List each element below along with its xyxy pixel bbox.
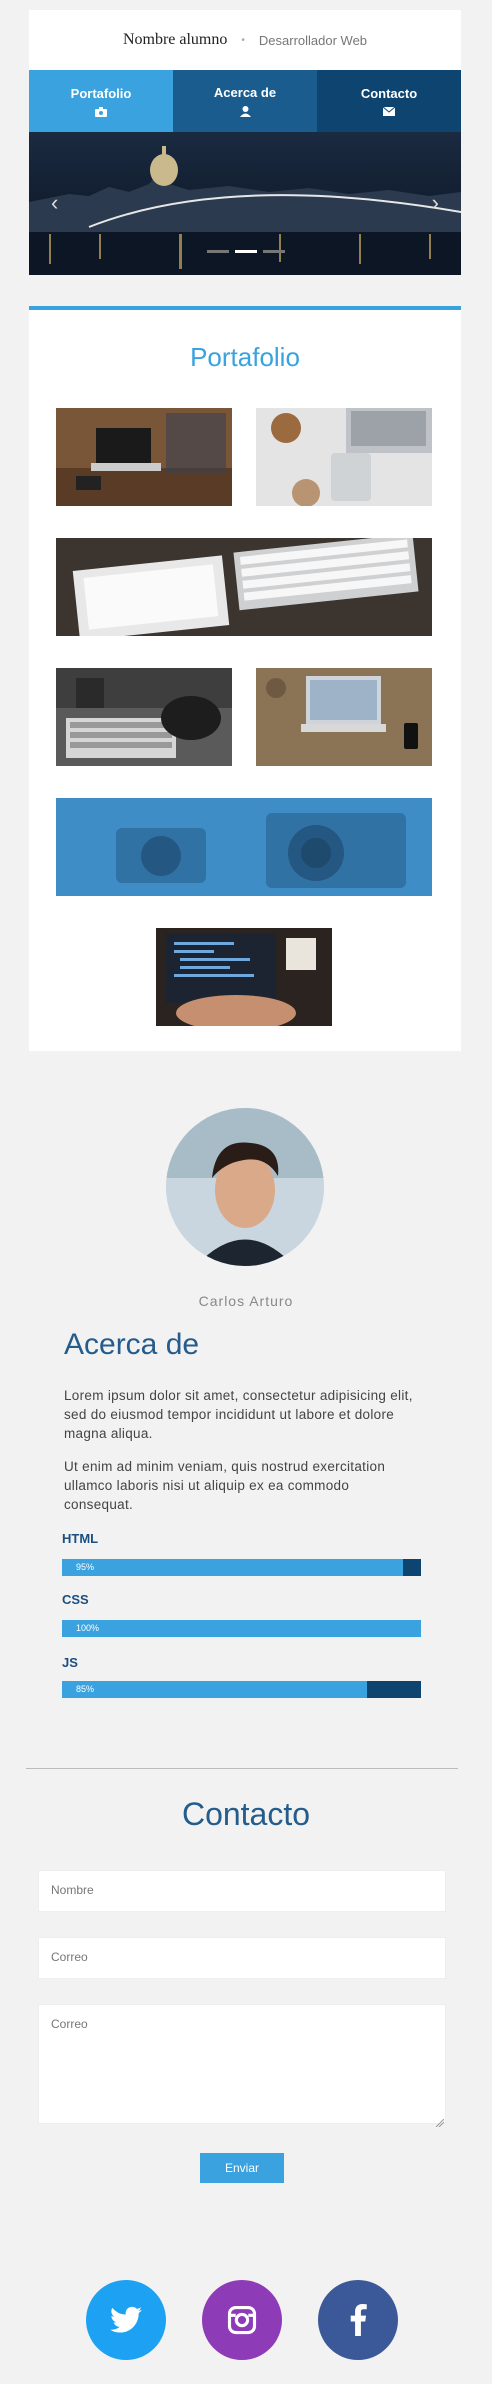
portfolio-item-laptop-desk[interactable]	[56, 408, 232, 506]
laptop-wood-photo	[256, 668, 432, 766]
portfolio-item-desk-flatlay[interactable]	[256, 408, 432, 506]
profile-name: Carlos Arturo	[198, 1293, 294, 1309]
tab-label: Acerca de	[213, 85, 277, 100]
slider-dot[interactable]	[263, 250, 285, 253]
section-divider	[26, 1768, 458, 1769]
portfolio-item-mug-keyboard[interactable]	[56, 668, 232, 766]
tablet-keyboard-photo	[56, 538, 432, 636]
about-paragraph-2: Ut enim ad minim veniam, quis nostrud ex…	[64, 1459, 386, 1512]
student-role: Desarrollador Web	[258, 32, 368, 48]
facebook-button[interactable]	[318, 2280, 398, 2360]
portfolio-item-laptop-wood[interactable]	[256, 668, 432, 766]
skill-label-js: JS	[62, 1655, 78, 1670]
slider-indicators	[207, 250, 285, 253]
email-field[interactable]: Correo	[38, 1937, 446, 1979]
camera-icon	[95, 106, 107, 117]
resize-handle-icon[interactable]	[435, 2114, 445, 2128]
slider-prev-button[interactable]: ‹	[51, 190, 58, 216]
envelope-icon	[383, 107, 395, 116]
main-nav: Portafolio Acerca de Contacto	[29, 70, 461, 132]
portfolio-title: Portafolio	[190, 342, 300, 372]
facebook-icon	[350, 2304, 367, 2336]
city-night-photo	[29, 132, 461, 275]
portfolio-item-coding[interactable]	[156, 928, 332, 1026]
twitter-icon	[110, 2306, 142, 2333]
slider-dot-active[interactable]	[235, 250, 257, 253]
portfolio-item-tablet-keyboard[interactable]	[56, 538, 432, 636]
site-header: Nombre alumno • Desarrollador Web	[29, 10, 461, 70]
message-field[interactable]: Correo	[38, 2004, 446, 2124]
send-button[interactable]: Enviar	[200, 2153, 284, 2183]
skill-bar-fill: 100%	[62, 1620, 421, 1637]
mug-keyboard-photo	[56, 668, 232, 766]
student-name: Nombre alumno	[122, 31, 228, 48]
hero-slider[interactable]: ‹ ›	[29, 132, 461, 275]
tab-acerca-de[interactable]: Acerca de	[173, 70, 317, 132]
camera-photo	[56, 798, 432, 896]
tab-contacto[interactable]: Contacto	[317, 70, 461, 132]
skill-bar-css: 100%	[62, 1620, 421, 1637]
contact-title: Contacto	[181, 1796, 311, 1832]
header-separator: •	[241, 34, 245, 46]
user-icon	[239, 106, 251, 117]
laptop-photo	[56, 408, 232, 506]
about-paragraph-1: Lorem ipsum dolor sit amet, consectetur …	[64, 1388, 413, 1441]
portfolio-section: Portafolio	[29, 306, 461, 1051]
skill-bar-js: 85%	[62, 1681, 421, 1698]
name-field[interactable]: Nombre	[38, 1870, 446, 1912]
slider-dot[interactable]	[207, 250, 229, 253]
portfolio-item-camera[interactable]	[56, 798, 432, 896]
skill-label-css: CSS	[62, 1592, 89, 1607]
tab-label: Portafolio	[70, 85, 132, 101]
tab-label: Contacto	[360, 86, 418, 101]
profile-photo	[166, 1108, 324, 1266]
tab-portafolio[interactable]: Portafolio	[29, 70, 173, 132]
twitter-button[interactable]	[86, 2280, 166, 2360]
skill-bar-html: 95%	[62, 1559, 421, 1576]
slider-next-button[interactable]: ›	[432, 190, 439, 216]
skill-bar-fill: 95%	[62, 1559, 404, 1576]
profile-avatar	[166, 1108, 324, 1266]
instagram-button[interactable]	[202, 2280, 282, 2360]
skill-label-html: HTML	[62, 1531, 99, 1546]
skill-bar-fill: 85%	[62, 1681, 368, 1698]
instagram-icon	[227, 2305, 257, 2335]
about-title: Acerca de	[64, 1328, 200, 1361]
coding-photo	[156, 928, 332, 1026]
desk-flatlay-photo	[256, 408, 432, 506]
